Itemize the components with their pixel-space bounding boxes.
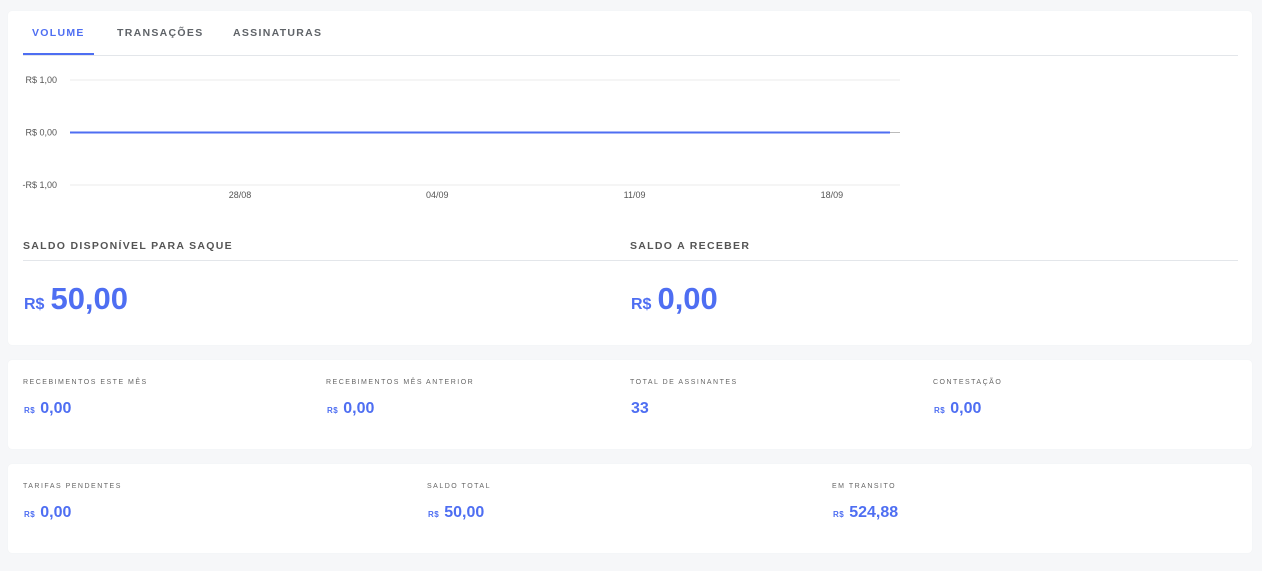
stat-value-received-last-month: R$ 0,00 bbox=[327, 400, 375, 417]
stat-value-in-transit: R$ 524,88 bbox=[833, 504, 899, 521]
stat-label-pending-fees: TARIFAS PENDENTES bbox=[23, 483, 122, 490]
tab-transacoes[interactable]: TRANSAÇÕES bbox=[117, 27, 204, 51]
balance-divider bbox=[23, 260, 1238, 261]
currency-symbol: R$ bbox=[631, 296, 652, 313]
stat-value-chargeback: R$ 0,00 bbox=[934, 400, 982, 417]
tab-bar: VOLUME TRANSAÇÕES ASSINATURAS bbox=[23, 11, 1238, 56]
active-tab-indicator bbox=[23, 53, 94, 55]
available-balance-label: SALDO DISPONÍVEL PARA SAQUE bbox=[23, 240, 233, 252]
data-point bbox=[436, 131, 439, 134]
data-point bbox=[831, 131, 833, 134]
stat-label-total-balance: SALDO TOTAL bbox=[427, 483, 491, 490]
y-tick-label: -R$ 1,00 bbox=[22, 180, 57, 190]
data-point bbox=[239, 131, 241, 134]
stat-label-received-this-month: RECEBIMENTOS ESTE MÊS bbox=[23, 379, 148, 386]
x-tick-label: 04/09 bbox=[426, 190, 449, 200]
amount: 50,00 bbox=[50, 281, 129, 316]
stat-label-total-subscribers: TOTAL DE ASSINANTES bbox=[630, 379, 738, 386]
stat-value-total-balance: R$ 50,00 bbox=[428, 504, 485, 521]
currency-symbol: R$ bbox=[24, 296, 45, 313]
stat-label-chargeback: CONTESTAÇÃO bbox=[933, 379, 1003, 386]
receivable-balance-value: R$ 0,00 bbox=[631, 281, 718, 317]
stat-label-received-last-month: RECEBIMENTOS MÊS ANTERIOR bbox=[326, 379, 475, 386]
stat-value-pending-fees: R$ 0,00 bbox=[24, 504, 72, 521]
stat-value-total-subscribers: 33 bbox=[631, 400, 649, 417]
data-point bbox=[633, 131, 636, 134]
x-tick-label: 28/08 bbox=[229, 190, 252, 200]
tab-volume[interactable]: VOLUME bbox=[32, 27, 85, 51]
x-tick-label: 18/09 bbox=[821, 190, 844, 200]
x-tick-label: 11/09 bbox=[624, 190, 646, 200]
stat-value-received-this-month: R$ 0,00 bbox=[24, 400, 72, 417]
monthly-stats-card: RECEBIMENTOS ESTE MÊS R$ 0,00 RECEBIMENTO… bbox=[8, 360, 1252, 449]
y-tick-label: R$ 1,00 bbox=[25, 75, 57, 85]
stat-label-in-transit: EM TRANSITO bbox=[832, 483, 897, 490]
balance-stats-card: TARIFAS PENDENTES R$ 0,00 SALDO TOTAL R$ 5… bbox=[8, 464, 1252, 553]
receivable-balance-label: SALDO A RECEBER bbox=[630, 240, 751, 252]
y-tick-label: R$ 0,00 bbox=[25, 128, 57, 138]
volume-card: VOLUME TRANSAÇÕES ASSINATURAS R$ 1,00 R$ … bbox=[8, 11, 1252, 345]
amount: 0,00 bbox=[657, 281, 718, 316]
tab-assinaturas[interactable]: ASSINATURAS bbox=[233, 27, 322, 51]
available-balance-value: R$ 50,00 bbox=[24, 281, 128, 317]
volume-chart: R$ 1,00 R$ 0,00 -R$ 1,00 28/08 04/09 11/09 18… bbox=[22, 75, 900, 200]
